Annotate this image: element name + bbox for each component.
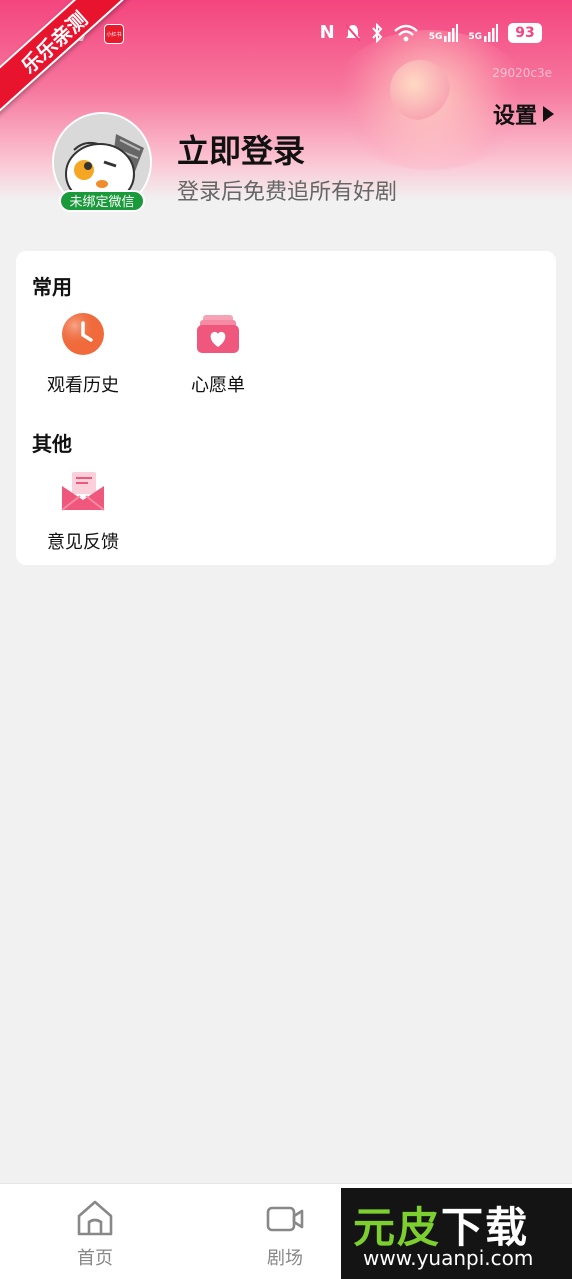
build-code: 29020c3e xyxy=(492,66,552,80)
wishlist-button[interactable]: 心愿单 xyxy=(163,311,273,397)
video-camera-icon xyxy=(266,1206,304,1232)
heart-folder-icon xyxy=(197,315,239,353)
nav-home[interactable]: 首页 xyxy=(55,1198,135,1270)
watch-history-label: 观看历史 xyxy=(47,375,119,396)
login-title[interactable]: 立即登录 xyxy=(177,126,305,172)
signal-bars-icon xyxy=(484,23,498,42)
envelope-icon xyxy=(61,472,105,511)
settings-button[interactable]: 设置 xyxy=(493,98,554,130)
watermark-url: www.yuanpi.com xyxy=(363,1246,534,1270)
nav-theater[interactable]: 剧场 xyxy=(245,1198,325,1270)
watermark-brand-1: 元皮 xyxy=(353,1203,442,1252)
home-icon xyxy=(77,1200,113,1236)
profile-page: 乐乐亲测 07 小红书 N 5G xyxy=(0,0,572,1279)
nfc-icon: N xyxy=(319,22,335,43)
bluetooth-icon xyxy=(371,22,383,43)
status-icons: N 5G 5G 93 xyxy=(320,22,542,43)
nav-home-label: 首页 xyxy=(77,1248,113,1269)
wishlist-label: 心愿单 xyxy=(191,375,245,396)
nav-theater-label: 剧场 xyxy=(267,1248,303,1269)
signal-bars-icon xyxy=(444,23,459,42)
login-subtitle: 登录后免费追所有好剧 xyxy=(177,180,398,205)
signal-1: 5G xyxy=(429,23,459,42)
feedback-button[interactable]: 意见反馈 xyxy=(28,468,138,554)
menu-card: 常用 观看历史 心愿单 其他 意见反馈 xyxy=(16,251,556,565)
section-title-other: 其他 xyxy=(32,432,72,456)
battery-indicator: 93 xyxy=(508,22,542,43)
watermark-overlay: 元皮下载 www.yuanpi.com xyxy=(341,1188,572,1279)
settings-label: 设置 xyxy=(492,104,537,129)
decor-blob-small xyxy=(390,60,450,120)
watch-history-button[interactable]: 观看历史 xyxy=(28,311,138,397)
section-title-common: 常用 xyxy=(32,275,72,299)
wifi-icon xyxy=(393,24,418,41)
play-arrow-icon xyxy=(543,106,554,122)
mute-bell-icon xyxy=(344,23,361,42)
app-notification-icon: 小红书 xyxy=(104,24,124,44)
feedback-label: 意见反馈 xyxy=(47,532,119,553)
wechat-unbound-badge: 未绑定微信 xyxy=(59,190,145,212)
clock-icon xyxy=(62,313,104,355)
signal-2: 5G xyxy=(468,23,498,42)
watermark-brand-2: 下载 xyxy=(441,1203,530,1252)
avatar[interactable]: 未绑定微信 xyxy=(52,112,152,212)
